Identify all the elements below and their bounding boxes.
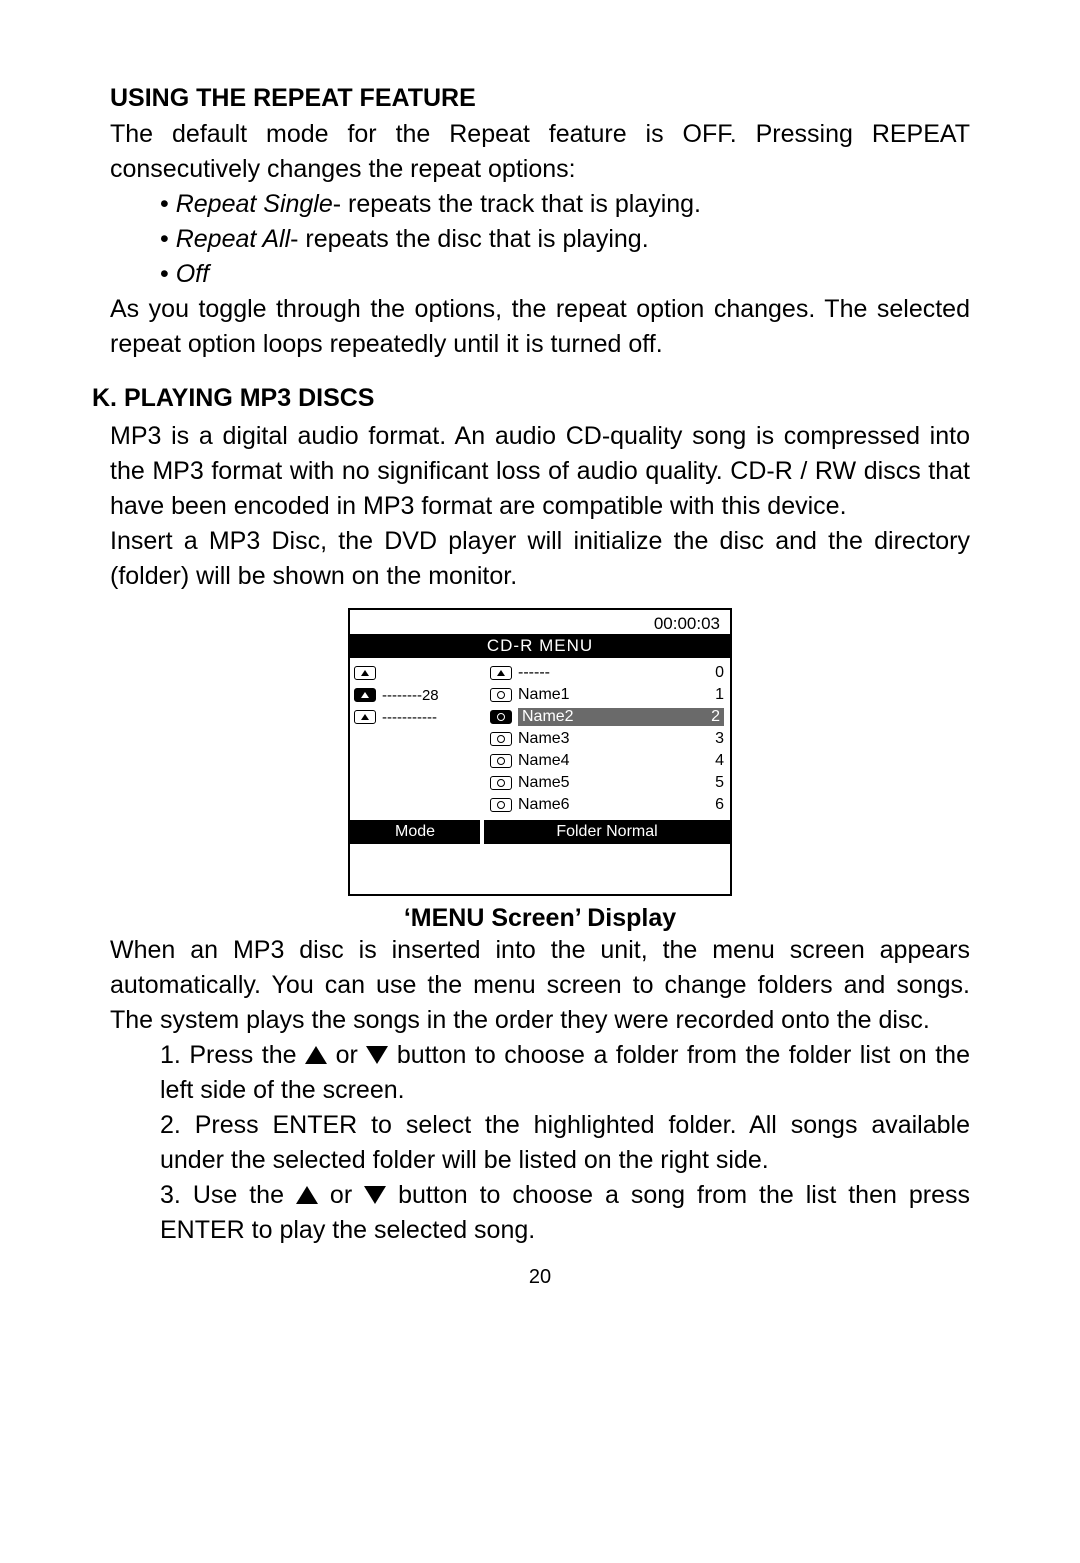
cdr-status-bar: Mode Folder Normal xyxy=(350,820,730,844)
folder-label: ----------- xyxy=(382,709,484,726)
folder-icon xyxy=(490,666,512,680)
folder-icon xyxy=(354,710,376,724)
file-icon xyxy=(490,798,512,812)
file-icon xyxy=(490,776,512,790)
paragraph-repeat-outro: As you toggle through the options, the r… xyxy=(110,292,970,362)
paragraph-repeat-intro: The default mode for the Repeat feature … xyxy=(110,117,970,187)
cdr-mode-label: Mode xyxy=(350,820,480,844)
down-triangle-icon xyxy=(366,1046,388,1064)
file-label: ------ xyxy=(518,664,706,682)
document-page: USING THE REPEAT FEATURE The default mod… xyxy=(0,0,1080,1329)
file-num: 4 xyxy=(706,752,724,770)
bullet-off: • Off xyxy=(160,257,970,292)
folder-row: ----------- xyxy=(354,706,484,728)
file-row: Name3 3 xyxy=(490,728,724,750)
step-3-a: 3. Use the xyxy=(160,1181,296,1209)
paragraph-k1: MP3 is a digital audio format. An audio … xyxy=(110,419,970,524)
file-icon xyxy=(490,688,512,702)
figure-caption: ‘MENU Screen’ Display xyxy=(110,904,970,933)
folder-icon xyxy=(354,688,376,702)
file-row: Name6 6 xyxy=(490,794,724,816)
file-row-selected: Name2 2 xyxy=(490,706,724,728)
file-label: Name3 xyxy=(518,730,706,748)
step-2: 2. Press ENTER to select the highlighted… xyxy=(160,1108,970,1178)
step-1-a: 1. Press the xyxy=(160,1041,305,1069)
file-num: 6 xyxy=(706,796,724,814)
cdr-time: 00:00:03 xyxy=(350,610,730,634)
file-row: Name1 1 xyxy=(490,684,724,706)
bullet-repeat-all-desc: - repeats the disc that is playing. xyxy=(290,225,649,253)
cdr-mode-value: Folder Normal xyxy=(484,820,730,844)
file-num: 5 xyxy=(706,774,724,792)
paragraph-k2: Insert a MP3 Disc, the DVD player will i… xyxy=(110,524,970,594)
step-1: 1. Press the or button to choose a folde… xyxy=(160,1038,970,1108)
cdr-menu-box: 00:00:03 CD-R MENU --------28 ----------… xyxy=(348,608,732,896)
cdr-folder-list: --------28 ----------- xyxy=(350,658,488,820)
folder-row xyxy=(354,662,484,684)
folder-row-selected: --------28 xyxy=(354,684,484,706)
file-label: Name6 xyxy=(518,796,706,814)
file-num: 2 xyxy=(698,708,724,726)
page-number: 20 xyxy=(110,1266,970,1289)
bullet-repeat-all: • Repeat All- repeats the disc that is p… xyxy=(160,222,970,257)
file-num: 1 xyxy=(706,686,724,704)
cdr-body: --------28 ----------- ------ 0 xyxy=(350,658,730,820)
file-label: Name2 xyxy=(518,708,698,726)
step-3: 3. Use the or button to choose a song fr… xyxy=(160,1178,970,1248)
step-1-b: or xyxy=(327,1041,366,1069)
heading-repeat: USING THE REPEAT FEATURE xyxy=(110,84,970,113)
file-icon xyxy=(490,754,512,768)
file-label: Name1 xyxy=(518,686,706,704)
file-row: Name4 4 xyxy=(490,750,724,772)
step-3-b: or xyxy=(318,1181,364,1209)
figure-cdr-menu: 00:00:03 CD-R MENU --------28 ----------… xyxy=(110,608,970,896)
file-icon xyxy=(490,732,512,746)
bullet-repeat-single-term: Repeat Single xyxy=(176,190,333,218)
file-row: ------ 0 xyxy=(490,662,724,684)
folder-icon xyxy=(354,666,376,680)
file-icon xyxy=(490,710,512,724)
file-num: 3 xyxy=(706,730,724,748)
bullet-off-term: Off xyxy=(176,260,209,288)
file-label: Name4 xyxy=(518,752,706,770)
up-triangle-icon xyxy=(296,1186,318,1204)
paragraph-menu: When an MP3 disc is inserted into the un… xyxy=(110,933,970,1038)
heading-k-mp3: K. PLAYING MP3 DISCS xyxy=(92,384,970,413)
down-triangle-icon xyxy=(364,1186,386,1204)
folder-label: --------28 xyxy=(382,687,484,704)
up-triangle-icon xyxy=(305,1046,327,1064)
cdr-title: CD-R MENU xyxy=(350,634,730,658)
cdr-spacer xyxy=(350,844,730,894)
file-row: Name5 5 xyxy=(490,772,724,794)
bullet-repeat-single: • Repeat Single- repeats the track that … xyxy=(160,187,970,222)
bullet-repeat-all-term: Repeat All xyxy=(176,225,290,253)
bullet-repeat-single-desc: - repeats the track that is playing. xyxy=(333,190,701,218)
file-label: Name5 xyxy=(518,774,706,792)
file-num: 0 xyxy=(706,664,724,682)
cdr-file-list: ------ 0 Name1 1 Name2 2 xyxy=(488,658,730,820)
